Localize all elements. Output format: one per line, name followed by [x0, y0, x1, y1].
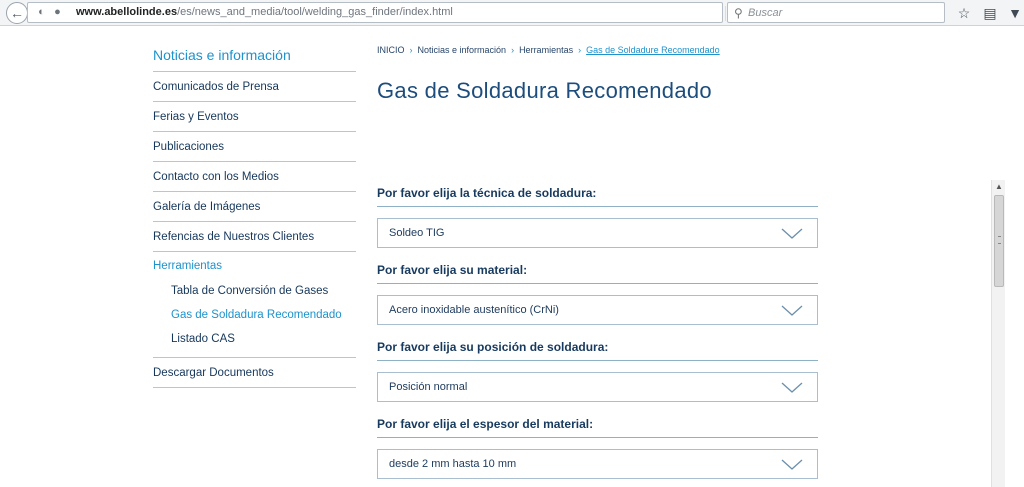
sidebar-item-publicaciones[interactable]: Publicaciones: [153, 132, 356, 162]
sidebar-subitem-conversion[interactable]: Tabla de Conversión de Gases: [153, 279, 356, 303]
select-value: desde 2 mm hasta 10 mm: [389, 458, 517, 470]
url-path: /es/news_and_media/tool/welding_gas_find…: [177, 6, 453, 18]
back-arrow-icon[interactable]: ←: [6, 2, 28, 24]
sidebar-item-descargar[interactable]: Descargar Documentos: [153, 358, 356, 388]
address-bar[interactable]: ◐ ● www.abellolinde.es/es/news_and_media…: [27, 2, 741, 23]
browser-search[interactable]: ⚲: [727, 2, 945, 23]
chevron-down-icon: [781, 382, 803, 393]
sidebar-subitem-listado-cas[interactable]: Listado CAS: [153, 327, 356, 351]
bookmark-star-icon[interactable]: ☆: [955, 4, 973, 22]
chevron-right-icon: ›: [511, 45, 515, 55]
scrollbar-thumb[interactable]: [994, 195, 1004, 287]
url-text[interactable]: www.abellolinde.es/es/news_and_media/too…: [76, 6, 453, 18]
question-label: Por favor elija su posición de soldadura…: [377, 339, 818, 361]
sidebar-item-galeria[interactable]: Galería de Imágenes: [153, 192, 356, 222]
question-position: Por favor elija su posición de soldadura…: [377, 339, 818, 402]
sidebar-item-herramientas[interactable]: Herramientas: [153, 252, 356, 279]
question-technique: Por favor elija la técnica de soldadura:…: [377, 185, 818, 248]
thickness-select[interactable]: desde 2 mm hasta 10 mm: [377, 449, 818, 479]
question-material: Por favor elija su material: Acero inoxi…: [377, 262, 818, 325]
sidebar-heading[interactable]: Noticias e información: [153, 38, 356, 72]
select-value: Acero inoxidable austenítico (CrNi): [389, 304, 559, 316]
sidebar-item-contacto[interactable]: Contacto con los Medios: [153, 162, 356, 192]
question-label: Por favor elija el espesor del material:: [377, 416, 818, 438]
search-icon: ⚲: [734, 6, 743, 20]
chevron-right-icon: ›: [578, 45, 582, 55]
chevron-right-icon: ›: [409, 45, 413, 55]
scroll-up-arrow-icon[interactable]: ▲: [992, 182, 1006, 192]
breadcrumb-home[interactable]: INICIO: [377, 45, 405, 55]
breadcrumb-herramientas[interactable]: Herramientas: [519, 45, 573, 55]
chevron-down-icon: [781, 305, 803, 316]
page-title: Gas de Soldadura Recomendado: [377, 78, 712, 103]
technique-select[interactable]: Soldeo TIG: [377, 218, 818, 248]
material-select[interactable]: Acero inoxidable austenítico (CrNi): [377, 295, 818, 325]
select-value: Posición normal: [389, 381, 468, 393]
question-label: Por favor elija la técnica de soldadura:: [377, 185, 818, 207]
reading-list-icon[interactable]: ▤: [981, 4, 999, 22]
sidebar-nav: Noticias e información Comunicados de Pr…: [153, 38, 356, 388]
search-input[interactable]: [748, 5, 938, 20]
page-scrollbar[interactable]: ▲: [991, 180, 1005, 487]
globe-icon[interactable]: ●: [51, 6, 64, 19]
sidebar-group-herramientas: Herramientas Tabla de Conversión de Gase…: [153, 252, 356, 358]
pocket-icon[interactable]: ▼: [1006, 4, 1024, 22]
chevron-down-icon: [781, 228, 803, 239]
breadcrumb-current[interactable]: Gas de Soldadure Recomendado: [586, 45, 720, 55]
breadcrumb-noticias[interactable]: Noticias e información: [418, 45, 507, 55]
sidebar-item-referencias[interactable]: Refencias de Nuestros Clientes: [153, 222, 356, 252]
breadcrumb: INICIO › Noticias e información › Herramient…: [377, 38, 818, 58]
question-thickness: Por favor elija el espesor del material:…: [377, 416, 818, 479]
question-label: Por favor elija su material:: [377, 262, 818, 284]
browser-toolbar: ← ◐ ● www.abellolinde.es/es/news_and_med…: [0, 0, 1024, 26]
select-value: Soldeo TIG: [389, 227, 445, 239]
grip-icon: [998, 236, 1001, 244]
sidebar-subitem-gas-soldadura[interactable]: Gas de Soldadura Recomendado: [153, 303, 356, 327]
gas-finder-form: Por favor elija la técnica de soldadura:…: [377, 185, 818, 487]
position-select[interactable]: Posición normal: [377, 372, 818, 402]
main-content: INICIO › Noticias e información › Herramient…: [377, 38, 818, 479]
shield-icon[interactable]: ◐: [35, 6, 48, 19]
url-domain: www.abellolinde.es: [76, 6, 178, 18]
chevron-down-icon: [781, 459, 803, 470]
sidebar-item-comunicados[interactable]: Comunicados de Prensa: [153, 72, 356, 102]
sidebar-item-ferias[interactable]: Ferias y Eventos: [153, 102, 356, 132]
